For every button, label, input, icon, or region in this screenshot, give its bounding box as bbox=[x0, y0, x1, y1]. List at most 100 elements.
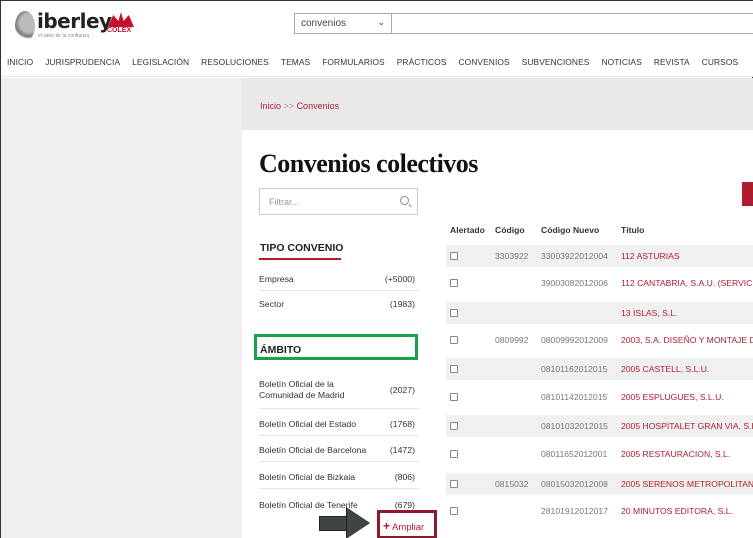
nav-item-jurisprudencia[interactable]: JURISPRUDENCIA bbox=[45, 57, 120, 67]
nav-item-practicos[interactable]: PRÁCTICOS bbox=[397, 57, 447, 67]
cell-titulo-link[interactable]: 112 CANTABRIA, S.A.U. (SERVICIOS) bbox=[621, 278, 753, 288]
colex-logo: COLEX bbox=[107, 12, 135, 38]
filter-item-count: (+5000) bbox=[384, 274, 415, 284]
cell-codigo-nuevo: 08101162012015 bbox=[541, 364, 608, 374]
nav-item-temas[interactable]: TEMAS bbox=[281, 57, 310, 67]
table-row[interactable]: 08101032012015 2005 HOSPITALET GRAN VIA,… bbox=[446, 415, 753, 437]
alert-checkbox[interactable] bbox=[450, 365, 458, 373]
nav-item-revista[interactable]: REVISTA bbox=[654, 57, 690, 67]
alert-checkbox[interactable] bbox=[450, 309, 458, 317]
breadcrumb-current[interactable]: Convenios bbox=[297, 101, 340, 111]
alert-checkbox[interactable] bbox=[450, 480, 458, 488]
breadcrumb-separator: >> bbox=[283, 101, 295, 111]
cell-codigo: 3303922 bbox=[495, 251, 529, 261]
logo-tagline: el valor de la confianza bbox=[38, 33, 90, 39]
highlight-box-ambito bbox=[254, 334, 418, 360]
cell-titulo-link[interactable]: 2005 ESPLUGUES, S.L.U. bbox=[621, 392, 724, 402]
table-row[interactable]: 39003082012006 112 CANTABRIA, S.A.U. (SE… bbox=[446, 272, 753, 294]
filter-item-boletin-madrid[interactable]: Boletín Oficial de la Comunidad de Madri… bbox=[259, 379, 419, 401]
table-row[interactable]: 3303922 33003922012004 112 ASTURIAS bbox=[446, 245, 753, 267]
table-row[interactable]: 28101912012017 20 MINUTOS EDITORA, S.L. bbox=[446, 500, 753, 522]
nav-item-resoluciones[interactable]: RESOLUCIONES bbox=[201, 57, 269, 67]
breadcrumb-bar bbox=[242, 92, 753, 130]
divider bbox=[259, 290, 419, 291]
tipo-convenio-heading: TIPO CONVENIO bbox=[260, 242, 344, 254]
filter-placeholder: Filtrar... bbox=[269, 197, 300, 207]
colex-label: COLEX bbox=[107, 27, 132, 34]
cell-titulo-link[interactable]: 2003, S.A. DISEÑO Y MONTAJE DE bbox=[621, 335, 753, 345]
alert-checkbox[interactable] bbox=[450, 393, 458, 401]
nav-item-subvenciones[interactable]: SUBVENCIONES bbox=[522, 57, 590, 67]
pointer-arrow-icon bbox=[319, 507, 370, 538]
alert-checkbox[interactable] bbox=[450, 279, 458, 287]
cell-codigo-nuevo: 08101142012015 bbox=[541, 392, 608, 402]
ampliar-label: Ampliar bbox=[392, 522, 425, 533]
cell-titulo-link[interactable]: 2005 SERENOS METROPOLITANOS bbox=[621, 479, 753, 489]
page-title: Convenios colectivos bbox=[259, 149, 478, 178]
cell-titulo-link[interactable]: 13 ISLAS, S.L. bbox=[621, 308, 677, 318]
divider bbox=[259, 408, 419, 409]
filter-item-count: (1983) bbox=[389, 299, 415, 309]
filter-input[interactable]: Filtrar... bbox=[259, 188, 418, 215]
breadcrumb-home[interactable]: Inicio bbox=[260, 101, 281, 111]
filter-item-boletin-estado[interactable]: Boletín Oficial del Estado (1768) bbox=[259, 419, 419, 429]
cell-codigo-nuevo: 08009992012009 bbox=[541, 335, 608, 345]
col-header-codigo[interactable]: Código bbox=[495, 225, 525, 235]
nav-item-inicio[interactable]: INICIO bbox=[7, 57, 33, 67]
table-row[interactable]: 0815032 08015032012008 2005 SERENOS METR… bbox=[446, 473, 753, 495]
nav-item-noticias[interactable]: NOTICIAS bbox=[601, 57, 641, 67]
filter-item-boletin-bizkaia[interactable]: Boletín Oficial de Bizkaia (806) bbox=[259, 472, 419, 482]
filter-item-label: Boletín Oficial de Bizkaia bbox=[259, 472, 356, 482]
col-header-titulo[interactable]: Título bbox=[621, 225, 644, 235]
site-header: iberley el valor de la confianza COLEX c… bbox=[1, 1, 753, 47]
filter-item-label: Sector bbox=[259, 299, 285, 309]
cell-titulo-link[interactable]: 2005 RESTAURACION, S.L. bbox=[621, 449, 730, 459]
filter-item-count: (806) bbox=[394, 472, 415, 482]
alert-checkbox[interactable] bbox=[450, 252, 458, 260]
table-row[interactable]: 13 ISLAS, S.L. bbox=[446, 302, 753, 324]
cell-titulo-link[interactable]: 2005 CASTELL, S.L.U. bbox=[621, 364, 709, 374]
chevron-down-icon: ⌄ bbox=[377, 17, 385, 27]
alert-checkbox[interactable] bbox=[450, 507, 458, 515]
search-input[interactable] bbox=[392, 13, 753, 34]
cell-codigo-nuevo: 33003922012004 bbox=[541, 251, 608, 261]
cell-titulo-link[interactable]: 112 ASTURIAS bbox=[621, 251, 680, 261]
col-header-codigo-nuevo[interactable]: Código Nuevo bbox=[541, 225, 599, 235]
table-row[interactable]: 0809992 08009992012009 2003, S.A. DISEÑO… bbox=[446, 329, 753, 351]
filter-item-boletin-barcelona[interactable]: Boletín Oficial de Barcelona (1472) bbox=[259, 445, 419, 455]
divider bbox=[259, 461, 419, 462]
divider bbox=[259, 435, 419, 436]
cell-codigo-nuevo: 28101912012017 bbox=[541, 506, 608, 516]
filter-item-count: (2027) bbox=[389, 385, 415, 395]
filter-item-empresa[interactable]: Empresa (+5000) bbox=[259, 274, 419, 284]
logo-swirl-icon bbox=[15, 11, 35, 41]
search-scope-select[interactable]: convenios ⌄ bbox=[294, 13, 392, 34]
search-icon[interactable] bbox=[400, 196, 409, 205]
iberley-logo[interactable]: iberley el valor de la confianza COLEX bbox=[15, 9, 135, 43]
filter-item-count: (1472) bbox=[389, 445, 415, 455]
alert-checkbox[interactable] bbox=[450, 450, 458, 458]
filter-item-label: Boletín Oficial de Barcelona bbox=[259, 445, 367, 455]
table-row[interactable]: 08101162012015 2005 CASTELL, S.L.U. bbox=[446, 358, 753, 380]
main-nav: INICIO JURISPRUDENCIA LEGISLACIÓN RESOLU… bbox=[1, 47, 753, 77]
filter-item-label: Boletín Oficial de la Comunidad de Madri… bbox=[259, 379, 345, 400]
filter-item-sector[interactable]: Sector (1983) bbox=[259, 299, 419, 309]
cell-codigo: 0815032 bbox=[495, 479, 529, 489]
tipo-convenio-underline bbox=[259, 258, 341, 260]
cell-titulo-link[interactable]: 2005 HOSPITALET GRAN VIA, S.L. bbox=[621, 421, 753, 431]
nav-item-formularios[interactable]: FORMULARIOS bbox=[322, 57, 385, 67]
nav-item-convenios[interactable]: CONVENIOS bbox=[459, 57, 510, 67]
table-row[interactable]: 08011652012001 2005 RESTAURACION, S.L. bbox=[446, 443, 753, 465]
nav-item-cursos[interactable]: CURSOS bbox=[702, 57, 738, 67]
nav-item-legislacion[interactable]: LEGISLACIÓN bbox=[132, 57, 189, 67]
ampliar-link[interactable]: + Ampliar bbox=[383, 519, 424, 533]
colex-mark-icon bbox=[108, 12, 134, 27]
action-button[interactable] bbox=[742, 182, 753, 206]
cell-titulo-link[interactable]: 20 MINUTOS EDITORA, S.L. bbox=[621, 506, 733, 516]
cell-codigo-nuevo: 08015032012008 bbox=[541, 479, 608, 489]
alert-checkbox[interactable] bbox=[450, 336, 458, 344]
table-row[interactable]: 08101142012015 2005 ESPLUGUES, S.L.U. bbox=[446, 386, 753, 408]
filter-item-label: Empresa bbox=[259, 274, 294, 284]
cell-codigo-nuevo: 08101032012015 bbox=[541, 421, 608, 431]
alert-checkbox[interactable] bbox=[450, 422, 458, 430]
